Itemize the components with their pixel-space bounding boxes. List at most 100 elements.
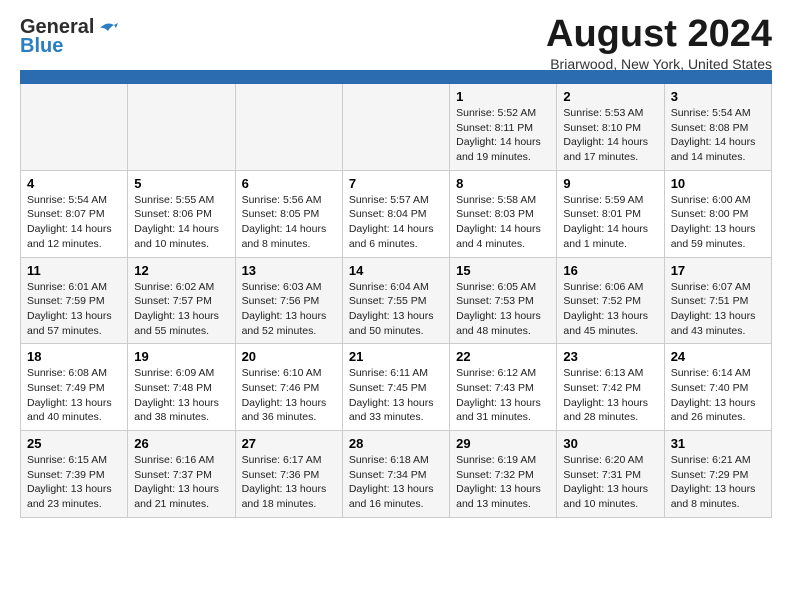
cell-info: Sunrise: 6:20 AMSunset: 7:31 PMDaylight:… [563, 453, 657, 512]
calendar-cell [235, 84, 342, 171]
day-number: 26 [134, 436, 228, 451]
calendar-week-4: 25 Sunrise: 6:15 AMSunset: 7:39 PMDayligh… [21, 431, 772, 518]
cell-info: Sunrise: 6:04 AMSunset: 7:55 PMDaylight:… [349, 280, 443, 339]
header-tuesday [235, 71, 342, 84]
cell-info: Sunrise: 6:02 AMSunset: 7:57 PMDaylight:… [134, 280, 228, 339]
cell-info: Sunrise: 6:18 AMSunset: 7:34 PMDaylight:… [349, 453, 443, 512]
day-number: 2 [563, 89, 657, 104]
day-number: 25 [27, 436, 121, 451]
cell-info: Sunrise: 6:19 AMSunset: 7:32 PMDaylight:… [456, 453, 550, 512]
calendar-cell: 10 Sunrise: 6:00 AMSunset: 8:00 PMDayligh… [664, 170, 771, 257]
calendar-cell: 25 Sunrise: 6:15 AMSunset: 7:39 PMDayligh… [21, 431, 128, 518]
cell-info: Sunrise: 5:56 AMSunset: 8:05 PMDaylight:… [242, 193, 336, 252]
calendar-cell: 27Sunrise: 6:17 AMSunset: 7:36 PMDayligh… [235, 431, 342, 518]
calendar-cell: 24Sunrise: 6:14 AMSunset: 7:40 PMDayligh… [664, 344, 771, 431]
day-number: 12 [134, 263, 228, 278]
cell-info: Sunrise: 5:59 AMSunset: 8:01 PMDaylight:… [563, 193, 657, 252]
calendar-cell: 26Sunrise: 6:16 AMSunset: 7:37 PMDayligh… [128, 431, 235, 518]
cell-info: Sunrise: 6:08 AMSunset: 7:49 PMDaylight:… [27, 366, 121, 425]
calendar-cell: 17 Sunrise: 6:07 AMSunset: 7:51 PMDayligh… [664, 257, 771, 344]
cell-info: Sunrise: 6:06 AMSunset: 7:52 PMDaylight:… [563, 280, 657, 339]
calendar-cell: 22 Sunrise: 6:12 AMSunset: 7:43 PMDayligh… [450, 344, 557, 431]
day-number: 24 [671, 349, 765, 364]
day-number: 13 [242, 263, 336, 278]
day-number: 8 [456, 176, 550, 191]
cell-info: Sunrise: 5:55 AMSunset: 8:06 PMDaylight:… [134, 193, 228, 252]
day-number: 11 [27, 263, 121, 278]
cell-info: Sunrise: 6:05 AMSunset: 7:53 PMDaylight:… [456, 280, 550, 339]
cell-info: Sunrise: 6:17 AMSunset: 7:36 PMDaylight:… [242, 453, 336, 512]
cell-info: Sunrise: 5:52 AMSunset: 8:11 PMDaylight:… [456, 106, 550, 165]
calendar-cell: 18 Sunrise: 6:08 AMSunset: 7:49 PMDayligh… [21, 344, 128, 431]
day-number: 9 [563, 176, 657, 191]
cell-info: Sunrise: 5:53 AMSunset: 8:10 PMDaylight:… [563, 106, 657, 165]
cell-info: Sunrise: 6:11 AMSunset: 7:45 PMDaylight:… [349, 366, 443, 425]
day-number: 30 [563, 436, 657, 451]
cell-info: Sunrise: 6:21 AMSunset: 7:29 PMDaylight:… [671, 453, 765, 512]
calendar-cell [342, 84, 449, 171]
day-number: 23 [563, 349, 657, 364]
calendar-cell: 19Sunrise: 6:09 AMSunset: 7:48 PMDayligh… [128, 344, 235, 431]
cell-info: Sunrise: 5:54 AMSunset: 8:08 PMDaylight:… [671, 106, 765, 165]
subtitle-fixed: Briarwood, New York, United States [546, 56, 772, 72]
cell-info: Sunrise: 5:57 AMSunset: 8:04 PMDaylight:… [349, 193, 443, 252]
day-number: 4 [27, 176, 121, 191]
logo-bird-svg [96, 19, 118, 37]
calendar-cell: 4 Sunrise: 5:54 AMSunset: 8:07 PMDaylight… [21, 170, 128, 257]
cell-info: Sunrise: 6:07 AMSunset: 7:51 PMDaylight:… [671, 280, 765, 339]
header-thursday [450, 71, 557, 84]
day-number: 14 [349, 263, 443, 278]
calendar-cell: 23Sunrise: 6:13 AMSunset: 7:42 PMDayligh… [557, 344, 664, 431]
calendar-table: 1 Sunrise: 5:52 AMSunset: 8:11 PMDaylight… [20, 70, 772, 518]
day-number: 20 [242, 349, 336, 364]
calendar-cell: 9 Sunrise: 5:59 AMSunset: 8:01 PMDaylight… [557, 170, 664, 257]
calendar-week-2: 11Sunrise: 6:01 AMSunset: 7:59 PMDayligh… [21, 257, 772, 344]
calendar-cell: 3Sunrise: 5:54 AMSunset: 8:08 PMDaylight… [664, 84, 771, 171]
cell-info: Sunrise: 6:00 AMSunset: 8:00 PMDaylight:… [671, 193, 765, 252]
calendar-cell: 7 Sunrise: 5:57 AMSunset: 8:04 PMDaylight… [342, 170, 449, 257]
cell-info: Sunrise: 6:10 AMSunset: 7:46 PMDaylight:… [242, 366, 336, 425]
calendar-cell: 13Sunrise: 6:03 AMSunset: 7:56 PMDayligh… [235, 257, 342, 344]
header-saturday [664, 71, 771, 84]
title-fixed: August 2024 Briarwood, New York, United … [546, 14, 772, 72]
day-number: 10 [671, 176, 765, 191]
day-number: 17 [671, 263, 765, 278]
day-number: 22 [456, 349, 550, 364]
calendar-week-0: 1 Sunrise: 5:52 AMSunset: 8:11 PMDaylight… [21, 84, 772, 171]
calendar-week-1: 4 Sunrise: 5:54 AMSunset: 8:07 PMDaylight… [21, 170, 772, 257]
calendar-week-3: 18 Sunrise: 6:08 AMSunset: 7:49 PMDayligh… [21, 344, 772, 431]
day-number: 7 [349, 176, 443, 191]
logo-blue: Blue [20, 35, 63, 58]
calendar-cell: 20 Sunrise: 6:10 AMSunset: 7:46 PMDayligh… [235, 344, 342, 431]
header-monday [128, 71, 235, 84]
calendar-cell: 11Sunrise: 6:01 AMSunset: 7:59 PMDayligh… [21, 257, 128, 344]
calendar-cell: 29Sunrise: 6:19 AMSunset: 7:32 PMDayligh… [450, 431, 557, 518]
calendar-cell: 21 Sunrise: 6:11 AMSunset: 7:45 PMDayligh… [342, 344, 449, 431]
day-number: 18 [27, 349, 121, 364]
calendar-cell [21, 84, 128, 171]
calendar-cell: 2 Sunrise: 5:53 AMSunset: 8:10 PMDaylight… [557, 84, 664, 171]
day-number: 21 [349, 349, 443, 364]
day-number: 1 [456, 89, 550, 104]
day-number: 31 [671, 436, 765, 451]
calendar-cell: 12 Sunrise: 6:02 AMSunset: 7:57 PMDayligh… [128, 257, 235, 344]
calendar-cell: 16 Sunrise: 6:06 AMSunset: 7:52 PMDayligh… [557, 257, 664, 344]
calendar-cell [128, 84, 235, 171]
header-friday [557, 71, 664, 84]
day-number: 15 [456, 263, 550, 278]
cell-info: Sunrise: 6:15 AMSunset: 7:39 PMDaylight:… [27, 453, 121, 512]
main-title-fixed: August 2024 [546, 14, 772, 56]
calendar-cell: 28 Sunrise: 6:18 AMSunset: 7:34 PMDayligh… [342, 431, 449, 518]
calendar-cell: 14 Sunrise: 6:04 AMSunset: 7:55 PMDayligh… [342, 257, 449, 344]
day-number: 28 [349, 436, 443, 451]
day-number: 16 [563, 263, 657, 278]
header-row [21, 71, 772, 84]
day-number: 19 [134, 349, 228, 364]
day-number: 5 [134, 176, 228, 191]
calendar-cell: 1 Sunrise: 5:52 AMSunset: 8:11 PMDaylight… [450, 84, 557, 171]
calendar-cell: 6Sunrise: 5:56 AMSunset: 8:05 PMDaylight… [235, 170, 342, 257]
cell-info: Sunrise: 6:12 AMSunset: 7:43 PMDaylight:… [456, 366, 550, 425]
calendar-cell: 15 Sunrise: 6:05 AMSunset: 7:53 PMDayligh… [450, 257, 557, 344]
cell-info: Sunrise: 5:54 AMSunset: 8:07 PMDaylight:… [27, 193, 121, 252]
calendar-cell: 8Sunrise: 5:58 AMSunset: 8:03 PMDaylight… [450, 170, 557, 257]
